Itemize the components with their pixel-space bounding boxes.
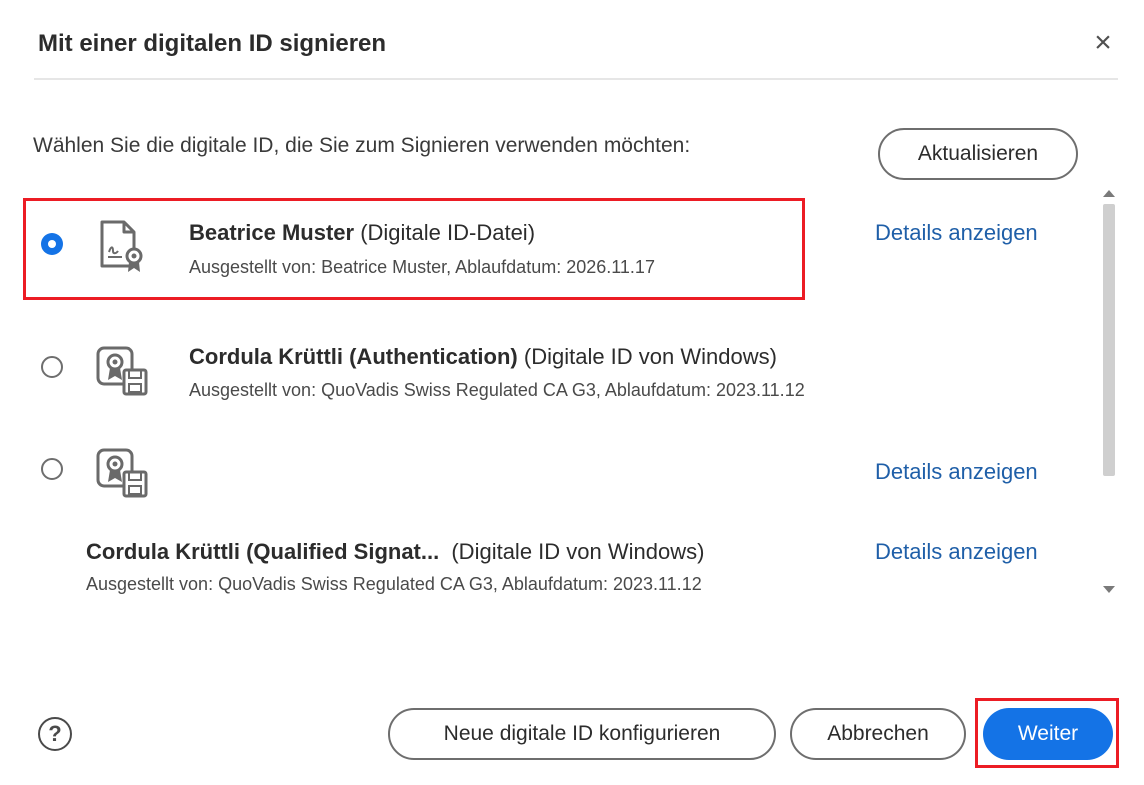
dialog-title: Mit einer digitalen ID signieren [38, 30, 387, 57]
continue-button[interactable]: Weiter [983, 708, 1113, 760]
id-name: Cordula Krüttli (Qualified Signat... (Di… [86, 539, 704, 565]
configure-new-id-button[interactable]: Neue digitale ID konfigurieren [388, 708, 776, 760]
id-issuer-info: Ausgestellt von: Beatrice Muster, Ablauf… [189, 257, 655, 277]
id-type: (Digitale ID von Windows) [451, 539, 705, 564]
help-icon[interactable]: ? [38, 717, 72, 751]
scrollbar-thumb[interactable] [1103, 204, 1115, 476]
refresh-button[interactable]: Aktualisieren [878, 128, 1078, 180]
details-link[interactable]: Details anzeigen [875, 539, 1038, 565]
scroll-up-arrow-icon[interactable] [1103, 190, 1115, 197]
id-holder-name: Cordula Krüttli (Authentication) [189, 344, 518, 369]
details-link[interactable]: Details anzeigen [875, 220, 1038, 246]
windows-certificate-icon [96, 448, 148, 498]
id-radio-cordula-qualified[interactable] [41, 458, 63, 480]
id-radio-cordula-authentication[interactable] [41, 356, 63, 378]
id-name: Cordula Krüttli (Authentication) (Digita… [189, 344, 777, 370]
id-list-scrollbar[interactable] [1098, 186, 1120, 606]
id-issuer-info: Ausgestellt von: QuoVadis Swiss Regulate… [86, 574, 702, 594]
scroll-down-arrow-icon[interactable] [1103, 586, 1115, 593]
instruction-text: Wählen Sie die digitale ID, die Sie zum … [33, 134, 691, 157]
id-holder-name: Cordula Krüttli (Qualified Signat... [86, 539, 440, 564]
details-link[interactable]: Details anzeigen [875, 459, 1038, 485]
certificate-file-icon [100, 220, 143, 272]
cancel-button[interactable]: Abbrechen [790, 708, 966, 760]
close-icon[interactable]: × [1086, 26, 1120, 60]
id-name: Beatrice Muster (Digitale ID-Datei) [189, 220, 535, 246]
id-type: (Digitale ID von Windows) [523, 344, 777, 369]
windows-certificate-icon [96, 346, 148, 396]
sign-with-digital-id-dialog: Mit einer digitalen ID signieren × Wähle… [0, 0, 1144, 785]
title-divider [34, 78, 1118, 80]
id-holder-name: Beatrice Muster [189, 220, 355, 245]
id-issuer-info: Ausgestellt von: QuoVadis Swiss Regulate… [189, 380, 805, 400]
id-type: (Digitale ID-Datei) [360, 220, 536, 245]
id-radio-beatrice[interactable] [41, 233, 63, 255]
